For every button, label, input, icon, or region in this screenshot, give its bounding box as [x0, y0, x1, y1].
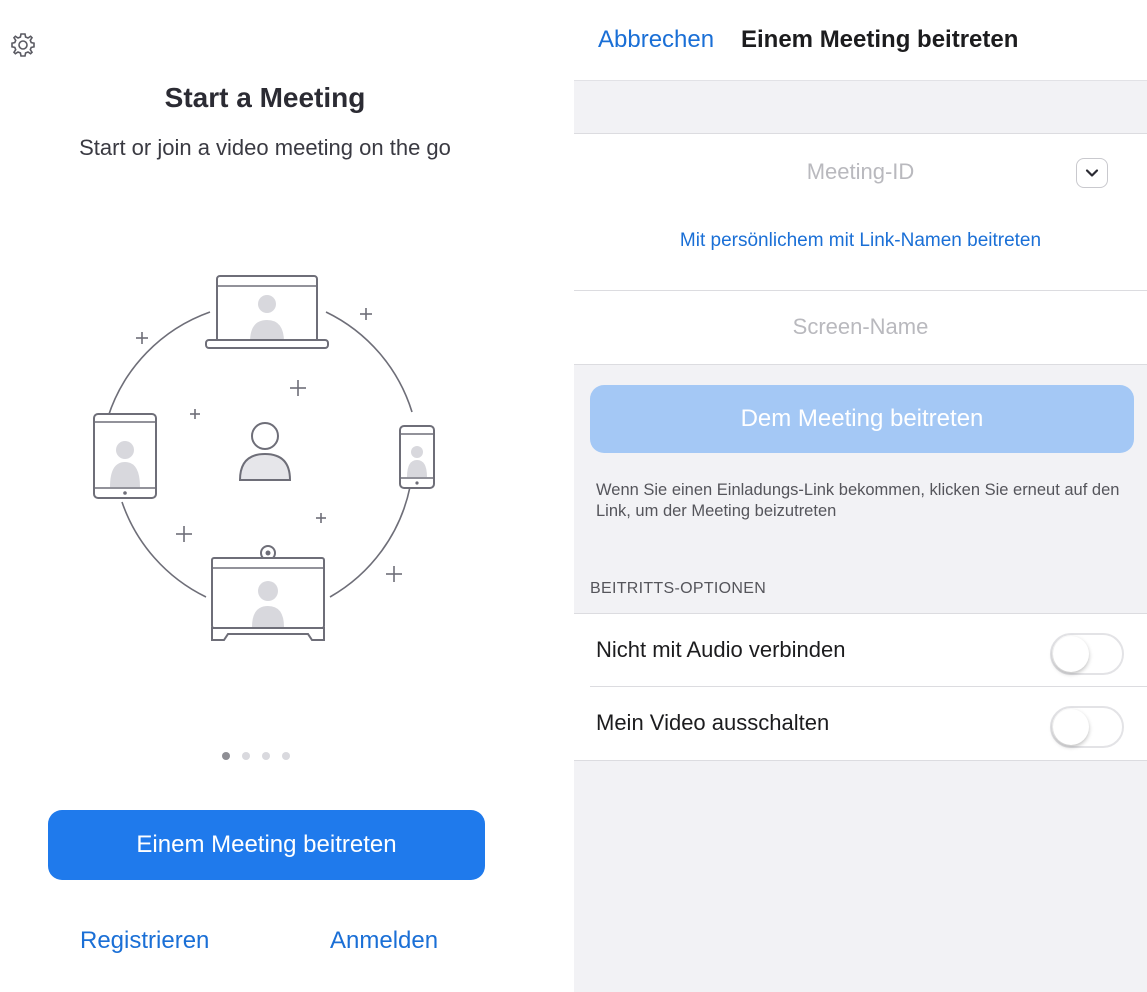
connector-arc	[107, 311, 211, 418]
page-indicator	[222, 752, 290, 760]
meeting-id-input[interactable]	[574, 134, 1147, 210]
invite-link-hint: Wenn Sie einen Einladungs-Link bekommen,…	[596, 481, 1120, 520]
join-options-list: Nicht mit Audio verbinden Mein Video aus…	[574, 613, 1147, 761]
option-label: Mein Video ausschalten	[596, 710, 830, 735]
meeting-history-dropdown[interactable]	[1076, 158, 1108, 188]
conference-room-icon	[211, 545, 325, 641]
person-icon	[238, 422, 292, 481]
nav-bar: Abbrechen Einem Meeting beitreten	[574, 0, 1147, 81]
page-dot[interactable]	[222, 752, 230, 760]
nav-title: Einem Meeting beitreten	[741, 26, 1019, 53]
connector-arc	[329, 486, 411, 598]
join-meeting-button[interactable]: Einem Meeting beitreten	[48, 810, 485, 880]
connector-arc	[325, 311, 413, 413]
video-meeting-illustration	[93, 275, 435, 641]
chevron-down-icon	[1085, 169, 1099, 177]
connector-arc	[121, 501, 207, 598]
page-subtitle: Start or join a video meeting on the go	[79, 135, 451, 160]
option-label: Nicht mit Audio verbinden	[596, 637, 846, 662]
toggle-knob	[1053, 709, 1089, 745]
tablet-icon	[93, 413, 157, 499]
join-meeting-screen: Abbrechen Einem Meeting beitreten Mit pe…	[574, 0, 1147, 992]
screen-name-input[interactable]	[574, 291, 1147, 363]
sign-in-link[interactable]: Anmelden	[330, 927, 438, 955]
join-with-personal-link[interactable]: Mit persönlichem mit Link-Namen beitrete…	[574, 230, 1147, 252]
register-link[interactable]: Registrieren	[80, 927, 209, 955]
start-meeting-screen: Start a Meeting Start or join a video me…	[0, 0, 560, 992]
page-title: Start a Meeting	[164, 82, 366, 113]
toggle-knob	[1053, 636, 1089, 672]
page-dot[interactable]	[282, 752, 290, 760]
option-row-video-off: Mein Video ausschalten	[574, 687, 1147, 759]
section-header: BEITRITTS-OPTIONEN	[590, 580, 767, 597]
meeting-input-group: Mit persönlichem mit Link-Namen beitrete…	[574, 133, 1147, 365]
cancel-button[interactable]: Abbrechen	[598, 26, 714, 54]
laptop-icon	[205, 275, 329, 349]
option-row-no-audio: Nicht mit Audio verbinden	[574, 614, 1147, 686]
phone-icon	[399, 425, 435, 489]
join-meeting-submit-button[interactable]: Dem Meeting beitreten	[590, 385, 1134, 453]
no-audio-toggle[interactable]	[1050, 633, 1124, 675]
gear-icon[interactable]	[8, 30, 38, 60]
page-dot[interactable]	[262, 752, 270, 760]
page-dot[interactable]	[242, 752, 250, 760]
video-off-toggle[interactable]	[1050, 706, 1124, 748]
